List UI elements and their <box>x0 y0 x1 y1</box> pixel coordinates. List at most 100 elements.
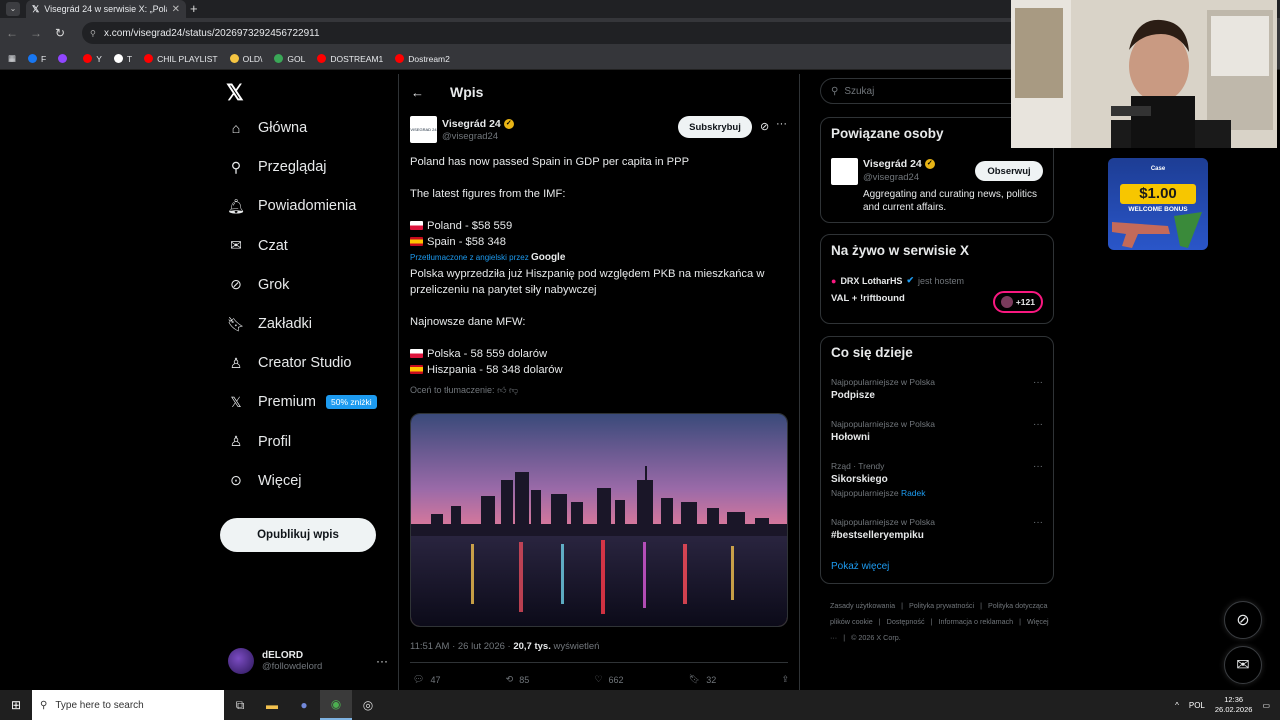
trend-item[interactable]: Najpopularniejsze w Polska #bestselleryem… <box>831 517 1045 541</box>
account-name: dELORD <box>262 650 304 661</box>
footer-link[interactable]: Informacja o reklamach <box>938 617 1013 626</box>
clock[interactable]: 12:36 26.02.2026 <box>1215 695 1253 715</box>
grok-icon: ⊘ <box>230 276 242 293</box>
grok-fab-icon[interactable]: ⊘ <box>1224 601 1262 639</box>
apps-icon[interactable]: ▦ <box>8 53 16 64</box>
live-host[interactable]: ● DRX LotharHS ✔ jest hostem <box>831 275 964 286</box>
left-navigation: 𝕏 ⌂ Główna ⚲ Przeglądaj 🔔︎ Powiadomienia ✉ Czat… <box>220 74 398 690</box>
weapon-skin-icon <box>1112 212 1202 248</box>
show-more-link[interactable]: Pokaż więcej <box>831 561 889 572</box>
obs-icon[interactable]: ◎ <box>352 690 384 720</box>
nav-item-person[interactable]: ♙ Profil <box>228 433 291 450</box>
nav-item-bookmark[interactable]: 🔖︎ Zakładki <box>227 316 312 333</box>
like-button[interactable]: ♡ 662 <box>594 674 623 685</box>
reload-icon[interactable]: ↻ <box>48 26 72 40</box>
nav-item-more-circle[interactable]: ⊙ Więcej <box>228 472 301 489</box>
related-name[interactable]: Visegrád 24 ✓ <box>863 158 935 170</box>
account-switcher[interactable]: dELORD @followdelord ··· <box>228 648 388 674</box>
footer-link[interactable]: Dostępność <box>887 617 925 626</box>
language-indicator[interactable]: POL <box>1189 701 1205 710</box>
messages-fab-icon[interactable]: ✉ <box>1224 646 1262 684</box>
post-image[interactable] <box>410 413 788 627</box>
bookmark-favicon-icon <box>395 54 405 63</box>
bookmark-item[interactable]: Y <box>83 54 102 64</box>
reply-button[interactable]: 💬︎ 47 <box>413 674 440 685</box>
file-explorer-icon[interactable]: ▬ <box>256 690 288 720</box>
more-icon[interactable]: ··· <box>1033 461 1043 472</box>
chrome-icon[interactable]: ◉ <box>320 690 352 720</box>
publish-post-button[interactable]: Opublikuj wpis <box>220 518 376 552</box>
bookmark-item[interactable]: F <box>28 54 46 64</box>
windows-start-icon[interactable]: ⊞ <box>0 698 32 712</box>
bookmark-label: DOSTREAM1 <box>330 53 384 64</box>
author-name[interactable]: Visegrád 24 ✓ <box>442 118 514 130</box>
live-title[interactable]: VAL + !riftbound <box>831 293 905 304</box>
more-icon[interactable]: ··· <box>1033 517 1043 528</box>
author-avatar[interactable]: VISEGRAD 24 <box>410 116 437 143</box>
casino-ad-overlay[interactable]: Case $1.00 WELCOME BONUS <box>1108 158 1208 250</box>
back-arrow-icon[interactable]: ← <box>411 85 424 100</box>
bookmark-item[interactable]: CHIL PLAYLIST <box>144 54 218 64</box>
nav-item-grok[interactable]: ⊘ Grok <box>228 276 289 293</box>
bookmark-icon: 🔖︎ <box>688 674 701 684</box>
back-icon[interactable]: ← <box>0 26 24 40</box>
follow-button[interactable]: Obserwuj <box>975 161 1043 181</box>
search-icon: ⚲ <box>230 158 242 175</box>
related-avatar[interactable] <box>831 158 858 185</box>
bookmark-label: Y <box>96 53 102 64</box>
tray-chevron-icon[interactable]: ^ <box>1175 701 1179 710</box>
trend-item[interactable]: Rząd · Trendy Sikorskiego Najpopularniejsz… <box>831 461 1045 498</box>
notifications-icon[interactable]: ▭ <box>1262 701 1270 710</box>
author-handle[interactable]: @visegrad24 <box>442 131 498 142</box>
host-suffix: jest hostem <box>918 275 965 286</box>
close-tab-icon[interactable]: ✕ <box>172 4 180 15</box>
bookmark-item[interactable]: DOSTREAM1 <box>317 54 383 64</box>
nav-item-creator[interactable]: ♙ Creator Studio <box>228 355 352 372</box>
new-tab-icon[interactable]: + <box>190 1 198 16</box>
browser-tab[interactable]: 𝕏 Visegrád 24 w serwisie X: „Pola ✕ <box>26 0 186 18</box>
nav-item-mail[interactable]: ✉ Czat <box>228 237 288 254</box>
taskbar-search-input[interactable]: ⚲ Type here to search <box>32 690 224 720</box>
nav-item-home[interactable]: ⌂ Główna <box>228 120 307 136</box>
footer-link[interactable]: Polityka prywatności <box>909 601 974 610</box>
trend-item[interactable]: Najpopularniejsze w Polska Hołowni ··· <box>831 419 1045 443</box>
grok-icon[interactable]: ⊘ <box>760 120 769 133</box>
footer-link[interactable]: Zasady użytkowania <box>830 601 895 610</box>
trend-item[interactable]: Najpopularniejsze w Polska Podpisze ··· <box>831 377 1045 401</box>
repost-button[interactable]: ⟲ 85 <box>506 674 530 685</box>
post-time[interactable]: 11:51 AM · 26 lut 2026 · <box>410 641 513 652</box>
bookmark-item[interactable] <box>58 54 71 63</box>
more-icon[interactable]: ··· <box>376 654 388 668</box>
nav-item-search[interactable]: ⚲ Przeglądaj <box>228 158 327 176</box>
more-icon[interactable]: ··· <box>776 118 787 130</box>
more-icon[interactable]: ··· <box>1033 419 1043 430</box>
thumb-down-icon[interactable]: 👎︎ <box>509 385 518 395</box>
trend-sub-link[interactable]: Radek <box>901 488 926 498</box>
discord-icon[interactable]: ● <box>288 690 320 720</box>
share-button[interactable]: ⇪ <box>781 674 789 685</box>
bookmark-button[interactable]: 🔖︎ 32 <box>689 674 716 685</box>
live-listeners[interactable]: +121 <box>993 291 1043 313</box>
bookmark-item[interactable]: Dostream2 <box>395 54 450 64</box>
nav-item-bell[interactable]: 🔔︎ Powiadomienia <box>227 198 356 215</box>
tab-search-icon[interactable]: ⌄ <box>6 2 20 16</box>
nav-item-x[interactable]: 𝕏 Premium 50% zniżki <box>228 394 377 410</box>
host-avatar-icon: ● <box>831 275 837 286</box>
verified-badge-icon: ✓ <box>503 119 514 130</box>
bookmark-item[interactable]: T <box>113 54 132 64</box>
bookmark-item[interactable]: OLD\ <box>229 54 262 64</box>
bookmark-item[interactable]: GOL <box>274 54 305 64</box>
thumb-up-icon[interactable]: 👍︎ <box>497 385 506 395</box>
post-line: Poland has now passed Spain in GDP per c… <box>410 156 690 168</box>
site-info-icon[interactable]: ⚲ <box>90 29 96 38</box>
footer-link[interactable]: © 2026 X Corp. <box>851 633 901 642</box>
task-view-icon[interactable]: ⧉ <box>224 690 256 720</box>
forward-icon[interactable]: → <box>24 26 48 40</box>
post-line: Spain - $58 348 <box>427 236 506 248</box>
url-input[interactable]: ⚲ x.com/visegrad24/status/20269732924567… <box>82 22 1022 44</box>
x-logo-icon[interactable]: 𝕏 <box>226 80 244 106</box>
repost-icon: ⟲ <box>505 674 514 684</box>
subscribe-button[interactable]: Subskrybuj <box>678 116 752 138</box>
windows-taskbar: ⊞ ⚲ Type here to search ⧉ ▬ ● ◉ ◎ ^ POL … <box>0 690 1280 720</box>
more-icon[interactable]: ··· <box>1033 377 1043 388</box>
